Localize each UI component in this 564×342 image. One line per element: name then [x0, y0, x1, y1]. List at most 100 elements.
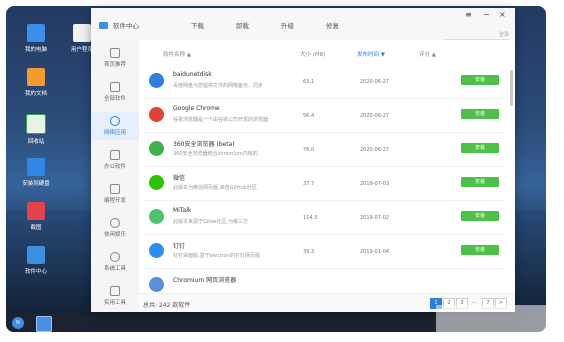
briefcase-icon [110, 150, 120, 160]
sidebar-item-office[interactable]: 办公软件 [91, 146, 139, 174]
blurred-region [436, 305, 546, 333]
sidebar-item-network[interactable]: 网络应用 [91, 112, 139, 140]
taskbar-software-center[interactable] [36, 316, 52, 332]
sidebar-item-utilities[interactable]: 实用工具 [91, 282, 139, 310]
column-header-date[interactable]: 发布时间 ▼ [357, 50, 385, 58]
chrome-icon [149, 107, 164, 122]
table-row[interactable]: 微信 此版本为微信网页版,来自GitHub社区 37.7 2019-07-03 … [143, 166, 505, 201]
column-header-name[interactable]: 软件名称 ▲ [163, 50, 191, 58]
app-logo-icon [99, 21, 108, 29]
desktop-icon-recycle-bin[interactable]: 回收站 [6, 114, 66, 145]
app-name: Chromium 网页浏览器 [173, 277, 237, 284]
app-size: 56.4 [303, 113, 315, 119]
sidebar-item-label: 系统工具 [103, 266, 126, 272]
install-button[interactable]: 安装 [461, 211, 499, 221]
sidebar-item-all[interactable]: 全部软件 [91, 78, 139, 106]
app-name: 微信 [173, 175, 186, 182]
camera-icon [27, 202, 45, 220]
sidebar-item-label: 编程开发 [103, 198, 126, 204]
sidebar-item-development[interactable]: 编程开发 [91, 180, 139, 208]
sidebar-item-home[interactable]: 首页推荐 [91, 44, 139, 72]
star-icon [110, 48, 120, 58]
install-icon [27, 158, 45, 176]
smile-icon [110, 218, 120, 228]
app-description: 百度网盘为您提供文件的网络备份、同步 [173, 83, 264, 89]
app-date: 2019-07-03 [360, 181, 390, 187]
browser-360-icon [149, 141, 164, 156]
grid-icon [110, 82, 120, 92]
install-button[interactable]: 安装 [461, 245, 499, 255]
menu-icon[interactable]: ≡ [465, 10, 472, 19]
desktop-icon-software-center[interactable]: 软件中心 [6, 246, 66, 275]
desktop-icon-install-to-disk[interactable]: 安装到硬盘 [6, 158, 66, 187]
tab-upgrade[interactable]: 升级 [281, 20, 294, 30]
app-date: 2020-06-27 [360, 79, 390, 85]
globe-icon [110, 116, 120, 126]
computer-icon [27, 24, 45, 42]
sidebar-item-label: 休闲娱乐 [103, 232, 126, 238]
column-header-rating[interactable]: 评分 ▲ [419, 50, 436, 58]
app-description: 钉钉桌面版,基于electron的钉钉网页版 [173, 253, 261, 259]
close-icon[interactable]: × [499, 10, 506, 19]
app-date: 2019-07-02 [360, 215, 390, 221]
software-center-icon [27, 246, 45, 264]
app-title: 软件中心 [99, 20, 139, 30]
sidebar: 首页推荐 全部软件 网络应用 办公软件 编程开发 休闲娱乐 系统工具 实用工具 [91, 40, 139, 312]
sidebar-item-label: 首页推荐 [103, 62, 126, 68]
software-center-window: 软件中心 下载 卸载 升级 修复 ≡ − × 登录 首页推荐 全部软件 网络应用… [91, 8, 515, 312]
mitalk-icon [149, 209, 164, 224]
app-date: 2020-06-27 [360, 147, 390, 153]
install-button[interactable]: 安装 [461, 109, 499, 119]
app-name: 钉钉 [173, 243, 186, 250]
table-row[interactable]: baidunetdisk 百度网盘为您提供文件的网络备份、同步 63.1 202… [143, 64, 505, 99]
table-row[interactable]: MiTalk 此版本来源于Gitee社区,为第三方 114.3 2019-07-… [143, 200, 505, 235]
title-bar: 软件中心 下载 卸载 升级 修复 ≡ − × 登录 [91, 8, 515, 40]
minimize-icon[interactable]: − [483, 10, 490, 19]
app-name: 360安全浏览器 (beta) [173, 141, 235, 148]
desktop-icon-label: 我的文档 [24, 91, 47, 97]
app-size: 37.7 [303, 181, 315, 187]
app-title-text: 软件中心 [113, 22, 139, 30]
app-name: baidunetdisk [173, 71, 212, 78]
login-link[interactable]: 登录 [499, 31, 509, 38]
tab-download[interactable]: 下载 [191, 20, 204, 30]
install-button[interactable]: 安装 [461, 75, 499, 85]
start-button[interactable]: N [12, 317, 24, 329]
code-icon [110, 184, 120, 194]
install-button[interactable]: 安装 [461, 143, 499, 153]
gear-icon [110, 252, 120, 262]
install-button[interactable]: 安装 [461, 177, 499, 187]
table-row[interactable]: 360安全浏览器 (beta) 360安全浏览器结合chromium内核的 76… [143, 132, 505, 167]
scrollbar[interactable] [510, 70, 513, 106]
folder-icon [27, 68, 45, 86]
column-header-size[interactable]: 大小 (MB) [300, 50, 326, 58]
app-size: 63.1 [303, 79, 315, 85]
desktop-icon-my-documents[interactable]: 我的文档 [6, 68, 66, 97]
search-input[interactable]: 登录 [445, 29, 509, 40]
table-row[interactable]: Google Chrome 谷歌浏览器是一个由谷歌公司开发的浏览器 56.4 2… [143, 98, 505, 133]
app-size: 39.3 [303, 249, 315, 255]
wechat-icon [149, 175, 164, 190]
app-date: 2020-06-27 [360, 113, 390, 119]
table-row[interactable]: 钉钉 钉钉桌面版,基于electron的钉钉网页版 39.3 2019-01-0… [143, 234, 505, 269]
tab-uninstall[interactable]: 卸载 [236, 20, 249, 30]
app-size: 114.3 [303, 215, 318, 221]
sidebar-item-label: 全部软件 [103, 96, 126, 102]
sidebar-item-label: 办公软件 [103, 164, 126, 170]
desktop-icon-label: 截图 [30, 225, 42, 231]
desktop-icon-screenshot[interactable]: 截图 [6, 202, 66, 231]
tab-repair[interactable]: 修复 [326, 20, 339, 30]
sidebar-item-entertainment[interactable]: 休闲娱乐 [91, 214, 139, 242]
toolbox-icon [110, 286, 120, 296]
recycle-bin-icon [26, 114, 46, 134]
desktop-icon-label: 安装到硬盘 [22, 181, 50, 187]
app-name: Google Chrome [173, 105, 220, 112]
app-date: 2019-01-04 [360, 249, 390, 255]
dingtalk-icon [149, 243, 164, 258]
app-description: 360安全浏览器结合chromium内核的 [173, 151, 258, 157]
table-row[interactable]: Chromium 网页浏览器 [143, 268, 505, 294]
chromium-icon [149, 277, 164, 292]
sidebar-item-system-tools[interactable]: 系统工具 [91, 248, 139, 276]
programs-icon [73, 24, 91, 42]
app-description: 谷歌浏览器是一个由谷歌公司开发的浏览器 [173, 117, 269, 123]
